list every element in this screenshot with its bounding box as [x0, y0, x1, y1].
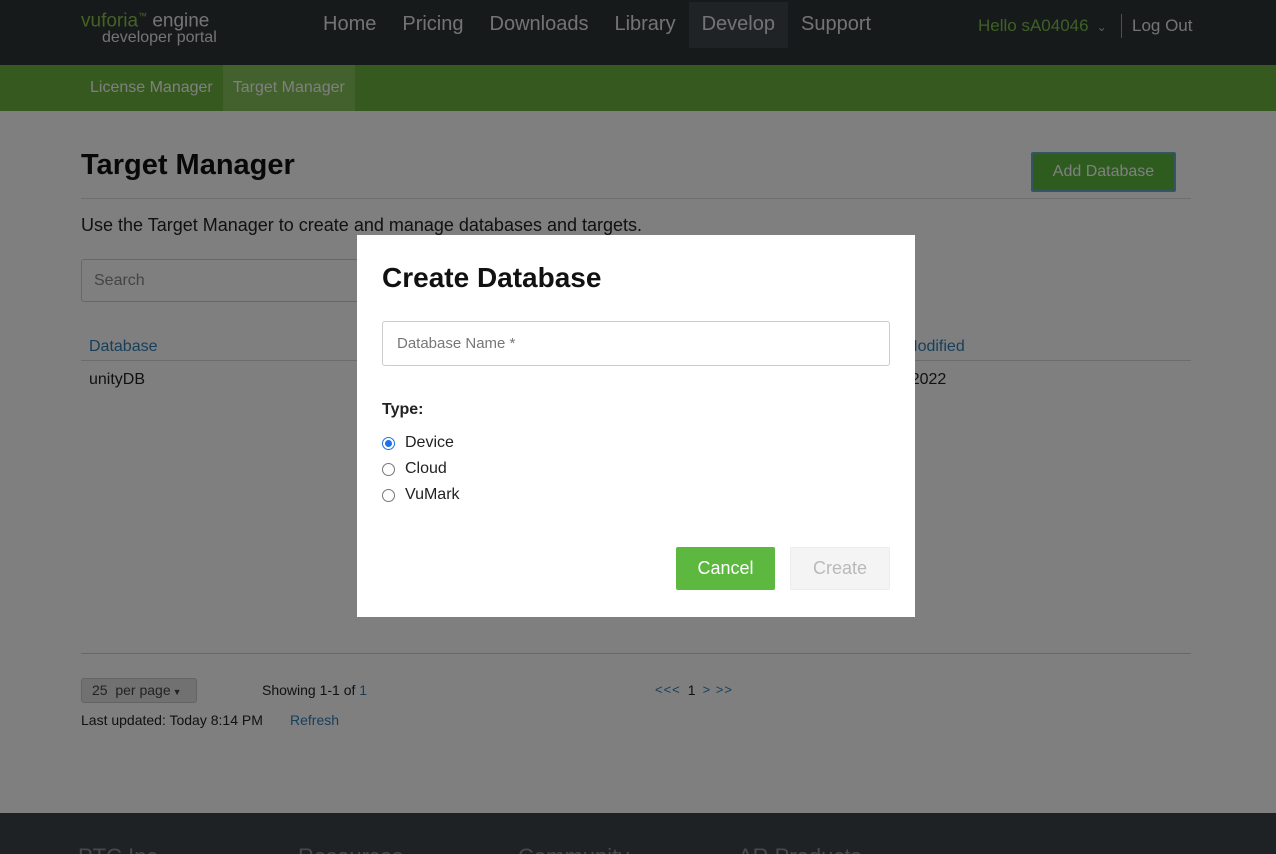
cancel-button[interactable]: Cancel	[676, 547, 775, 590]
type-label: Type:	[382, 401, 424, 418]
dialog-title: Create Database	[382, 262, 602, 293]
radio-cloud[interactable]	[382, 462, 395, 476]
radio-option-cloud[interactable]: Cloud	[382, 459, 447, 479]
create-database-dialog: Create Database Type: Device Cloud VuMar…	[357, 235, 915, 617]
radio-option-vumark[interactable]: VuMark	[382, 485, 460, 505]
radio-vumark[interactable]	[382, 488, 395, 502]
create-button[interactable]: Create	[790, 547, 890, 590]
radio-label-device: Device	[405, 434, 454, 451]
database-name-input[interactable]	[382, 321, 890, 366]
radio-option-device[interactable]: Device	[382, 433, 454, 453]
radio-device[interactable]	[382, 436, 395, 450]
radio-label-cloud: Cloud	[405, 460, 447, 477]
radio-label-vumark: VuMark	[405, 486, 460, 503]
